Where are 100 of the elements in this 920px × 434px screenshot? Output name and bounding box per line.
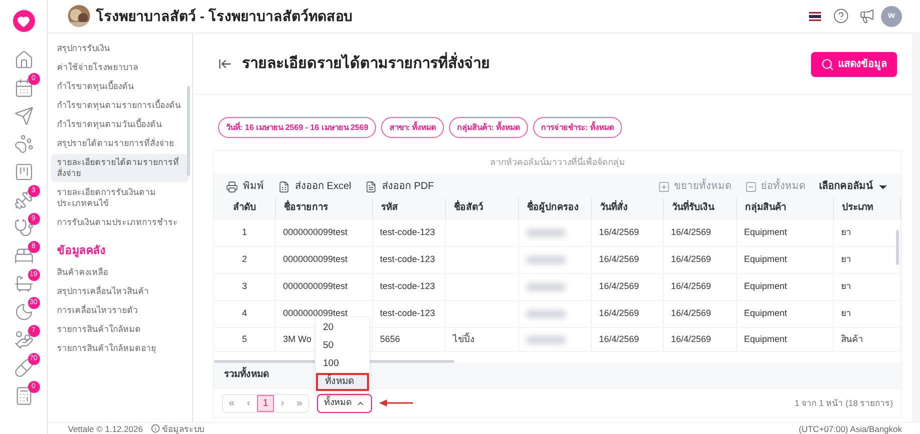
- logo-icon[interactable]: [12, 10, 34, 32]
- toolbar-button[interactable]: ส่งออก PDF: [365, 179, 434, 194]
- timezone-text: (UTC+07:00) Asia/Bangkok: [798, 423, 902, 434]
- toolbar-button[interactable]: ส่งออก Excel: [278, 179, 352, 194]
- sidebar-item[interactable]: ค่าใช้จ่ายโรงพยาบาล: [51, 59, 189, 76]
- table-cell: 0000000099test: [276, 274, 373, 300]
- column-header[interactable]: ชื่อสัตว์: [446, 198, 519, 219]
- clinic-title: โรงพยาบาลสัตว์ - โรงพยาบาลสัตว์ทดสอบ: [96, 6, 352, 26]
- info-icon[interactable]: [150, 424, 160, 433]
- blurred-name: [526, 310, 566, 318]
- flag-icon[interactable]: [809, 12, 821, 20]
- scrollbar-thumb[interactable]: [896, 230, 899, 265]
- pagination-button[interactable]: 1: [257, 394, 274, 412]
- bed-icon[interactable]: [14, 246, 34, 266]
- table-cell: 16/4/2569: [592, 247, 664, 273]
- table-cell: 0000000099test: [276, 220, 373, 246]
- sidebar-item[interactable]: สรุปการรับเงิน: [51, 40, 189, 57]
- page-info: 1 จาก 1 หน้า (18 รายการ): [794, 396, 893, 410]
- sidebar-item[interactable]: รายการสินค้าใกล้หมด: [51, 320, 189, 338]
- table-cell: 5: [214, 328, 276, 351]
- table-cell: 16/4/2569: [592, 328, 664, 351]
- paw-icon[interactable]: [14, 134, 34, 154]
- scrollbar-thumb[interactable]: [187, 86, 190, 176]
- column-header[interactable]: ชื่อรายการ: [276, 198, 373, 219]
- filter-chip[interactable]: กลุ่มสินค้า: ทั้งหมด: [449, 117, 528, 138]
- spreadsheet-icon: [278, 180, 290, 192]
- board-icon[interactable]: [14, 162, 34, 182]
- table-cell: test-code-123: [373, 247, 446, 273]
- table-cell: ยา: [834, 274, 901, 300]
- column-header[interactable]: ประเภท: [834, 198, 901, 219]
- table-cell: test-code-123: [373, 220, 446, 246]
- megaphone-icon[interactable]: [859, 8, 875, 24]
- sidebar-item[interactable]: การรับเงินตามประเภทการชำระ: [51, 214, 189, 231]
- toolbar-button[interactable]: พิมพ์: [226, 179, 264, 194]
- sidebar-item[interactable]: กำไรขาดทุนเบื้องต้น: [51, 78, 189, 95]
- table-cell: สินค้า: [834, 328, 901, 351]
- menu-option[interactable]: 100: [316, 355, 369, 373]
- section-heading: ข้อมูลคลัง: [56, 244, 106, 260]
- column-header[interactable]: รหัส: [373, 198, 446, 219]
- filter-chip[interactable]: สาขา: ทั้งหมด: [381, 117, 444, 138]
- blurred-name: [526, 229, 566, 237]
- total-label: รวมทั้งหมด: [224, 368, 269, 383]
- column-header[interactable]: วันที่สั่ง: [592, 198, 664, 219]
- group-hint: ลากหัวคอลัมน์มาวางที่นี่เพื่อจัดกลุ่ม: [490, 156, 625, 170]
- page-title: รายละเอียดรายได้ตามรายการที่สั่งจ่าย: [242, 52, 490, 76]
- table-cell: 1: [214, 220, 276, 246]
- minus-square-icon: [745, 180, 757, 192]
- sidebar-item[interactable]: รายการสินค้าใกล้หมดอายุ: [51, 340, 189, 356]
- search-icon: [821, 58, 834, 70]
- table-cell: 16/4/2569: [664, 220, 737, 246]
- table-cell: 3: [214, 274, 276, 300]
- table-cell: 2: [214, 247, 276, 273]
- filter-chip[interactable]: วันที่: 16 เมษายน 2569 - 16 เมษายน 2569: [218, 117, 376, 138]
- sidebar-item[interactable]: รายละเอียดรายได้ตามรายการที่สั่งจ่าย: [51, 154, 189, 182]
- sidebar-item[interactable]: รายละเอียดการรับเงินตามประเภทคนไข้: [51, 184, 189, 212]
- column-header[interactable]: กลุ่มสินค้า: [737, 198, 834, 219]
- sidebar-item[interactable]: สรุปการเคลื่อนไหวสินค้า: [51, 282, 189, 300]
- sidebar-item[interactable]: สินค้าคงเหลือ: [51, 264, 189, 280]
- hand-coins-icon[interactable]: [14, 330, 34, 350]
- arrow-annotation: [379, 399, 413, 407]
- paper-plane-icon[interactable]: [14, 106, 34, 126]
- table-cell: Equipment: [737, 328, 834, 351]
- table-cell: 16/4/2569: [664, 328, 737, 351]
- toolbar-button[interactable]: เลือกคอลัมน์: [819, 179, 889, 194]
- blurred-name: [526, 336, 566, 344]
- table-cell: Equipment: [737, 274, 834, 300]
- table-cell: test-code-123: [373, 301, 446, 327]
- menu-option[interactable]: ทั้งหมด: [316, 373, 369, 391]
- table-cell: 0000000099test: [276, 247, 373, 273]
- column-header[interactable]: ชื่อผู้ปกครอง: [519, 198, 592, 219]
- filter-chip[interactable]: การจ่ายชำระ: ทั้งหมด: [533, 117, 622, 138]
- table-cell: test-code-123: [373, 274, 446, 300]
- dumbbell-icon[interactable]: [14, 190, 34, 210]
- column-header[interactable]: วันที่รับเงิน: [664, 198, 737, 219]
- sidebar-item[interactable]: สรุปรายได้ตามรายการที่สั่งจ่าย: [51, 135, 189, 152]
- help-icon[interactable]: [833, 8, 849, 24]
- blurred-name: [526, 283, 566, 291]
- home-icon[interactable]: [14, 50, 34, 70]
- table-cell: 5656: [373, 328, 446, 351]
- table-cell: Equipment: [737, 247, 834, 273]
- table-cell: 16/4/2569: [592, 220, 664, 246]
- table-cell: 4: [214, 301, 276, 327]
- sidebar-item[interactable]: การเคลื่อนไหวรายตัว: [51, 302, 189, 318]
- table-cell: 16/4/2569: [592, 301, 664, 327]
- table-cell: 16/4/2569: [664, 247, 737, 273]
- collapse-icon[interactable]: [218, 57, 232, 71]
- sidebar-item[interactable]: กำไรขาดทุนตามรายการเบื้องต้น: [51, 97, 189, 114]
- table-cell: Equipment: [737, 220, 834, 246]
- show-data-button[interactable]: แสดงข้อมูล: [811, 52, 897, 76]
- table-cell: 16/4/2569: [664, 301, 737, 327]
- table-cell: Equipment: [737, 301, 834, 327]
- plus-square-icon: [658, 180, 670, 192]
- table-cell: ไข่ปิ้ง: [446, 328, 519, 351]
- column-header[interactable]: ลำดับ: [214, 198, 276, 219]
- system-info-link[interactable]: ข้อมูลระบบ: [162, 423, 204, 434]
- table-cell: 16/4/2569: [592, 274, 664, 300]
- calendar-icon[interactable]: [14, 78, 34, 98]
- stethoscope-icon[interactable]: [14, 218, 34, 238]
- sidebar-item[interactable]: กำไรขาดทุนตามวันเบื้องต้น: [51, 116, 189, 133]
- table-cell: ยา: [834, 301, 901, 327]
